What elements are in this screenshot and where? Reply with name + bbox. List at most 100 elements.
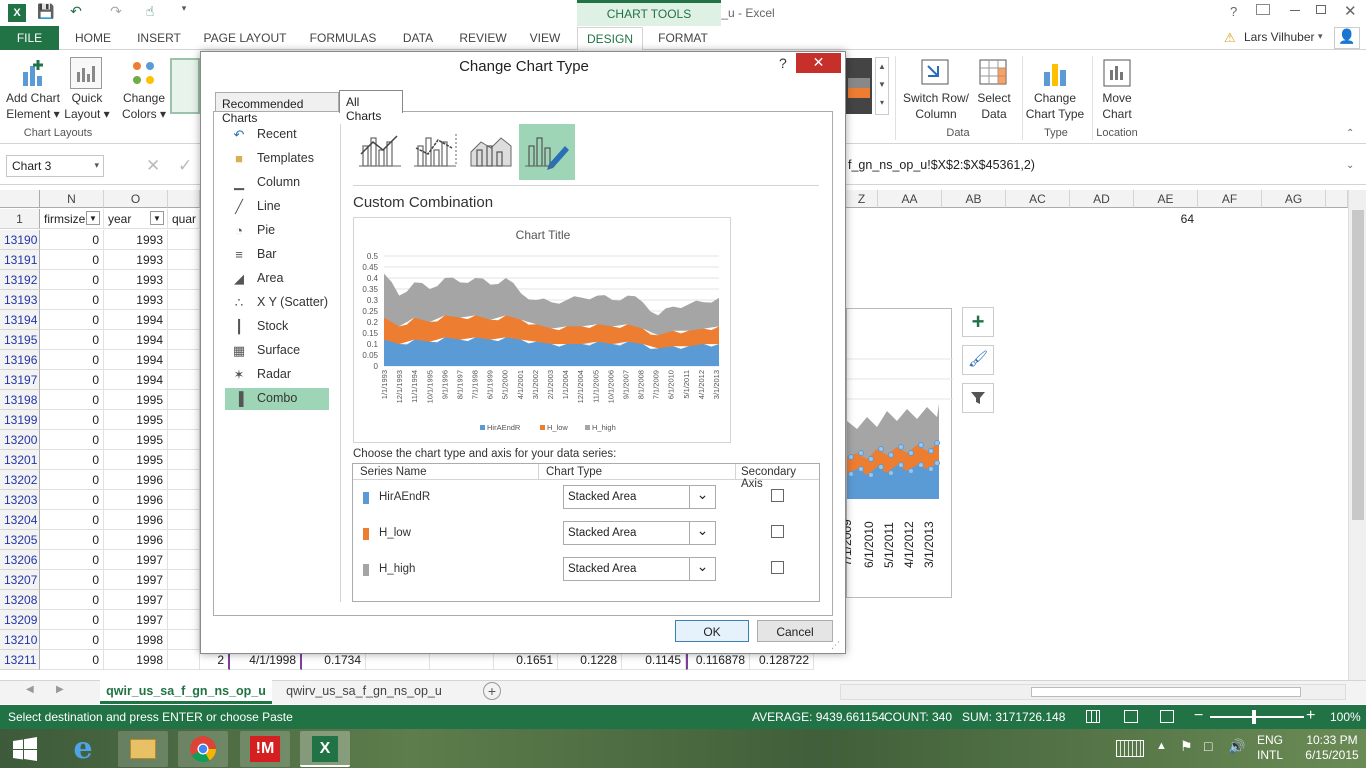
tab-design[interactable]: DESIGN [577,27,643,50]
chart-elements-button[interactable]: + [962,307,994,337]
switch-row-column-button[interactable]: Switch Row/Column [900,90,972,122]
resize-grip[interactable]: ⋰ [831,640,840,651]
confirm-entry-icon[interactable]: ✓ [178,156,192,176]
cell-quarter[interactable] [168,430,200,450]
cell-year[interactable]: 1993 [104,250,168,270]
column-header[interactable]: AG [1262,190,1326,208]
cell-quarter[interactable] [168,570,200,590]
cell-year[interactable]: 1997 [104,570,168,590]
secondary-axis-checkbox[interactable] [771,489,784,502]
row-header[interactable]: 13207 [0,570,40,590]
cell-firmsize[interactable]: 0 [40,450,104,470]
row-header[interactable]: 13201 [0,450,40,470]
cell-firmsize[interactable]: 0 [40,250,104,270]
row-header[interactable]: 13192 [0,270,40,290]
custom-combination-subtype[interactable] [519,124,575,180]
cell-year[interactable]: 1998 [104,630,168,650]
row-header[interactable]: 13204 [0,510,40,530]
sheet-tab-active[interactable]: qwir_us_sa_f_gn_ns_op_u [100,680,272,704]
filter-dropdown-icon[interactable]: ▼ [150,211,164,225]
customize-toolbar-icon[interactable]: ▾ [174,3,194,23]
zoom-slider-thumb[interactable] [1252,710,1256,724]
cell-quarter[interactable] [168,450,200,470]
cell-firmsize[interactable]: 0 [40,270,104,290]
column-header[interactable] [168,190,200,208]
app-icon[interactable]: !M [240,731,290,767]
cell-year[interactable]: 1994 [104,350,168,370]
cell-firmsize[interactable]: 0 [40,490,104,510]
chart-category-area[interactable]: ◢ Area [225,268,329,290]
name-box[interactable]: Chart 3 ▾ [6,155,104,177]
chart-category-surface[interactable]: ▦ Surface [225,340,329,362]
cell-firmsize[interactable]: 0 [40,350,104,370]
dialog-help-icon[interactable]: ? [779,55,787,71]
row-header[interactable]: 1 [0,209,40,229]
undo-icon[interactable]: ↶ [66,3,86,23]
zoom-level[interactable]: 100% [1330,710,1361,724]
cell-firmsize[interactable]: 0 [40,570,104,590]
filter-dropdown-icon[interactable]: ▼ [86,211,100,225]
internet-explorer-icon[interactable]: e [58,731,108,767]
row-header[interactable]: 13196 [0,350,40,370]
select-data-button[interactable]: Select Data [972,90,1016,122]
clustered-column-line-subtype[interactable] [353,124,409,180]
chart-category-stock[interactable]: ┃ Stock [225,316,329,338]
cell-year[interactable]: 1997 [104,550,168,570]
column-header[interactable]: AD [1070,190,1134,208]
chart-category-bar[interactable]: ≡ Bar [225,244,329,266]
restore-icon[interactable] [1316,5,1326,14]
scrollbar-thumb[interactable] [1352,210,1364,520]
row-header[interactable]: 13194 [0,310,40,330]
cell-year[interactable]: 1998 [104,650,168,670]
cell-quarter[interactable] [168,490,200,510]
cell-firmsize[interactable]: 0 [40,230,104,250]
cell-year[interactable]: 1996 [104,490,168,510]
cell-year[interactable]: 1994 [104,310,168,330]
cell-quarter[interactable] [168,330,200,350]
input-language[interactable]: ENG INTL [1256,733,1284,763]
page-break-view-icon[interactable] [1160,710,1174,723]
ribbon-display-icon[interactable] [1256,4,1270,15]
normal-view-icon[interactable] [1086,710,1100,723]
cell-quarter[interactable] [168,530,200,550]
row-header[interactable]: 13203 [0,490,40,510]
clock[interactable]: 10:33 PM 6/15/2015 [1300,733,1364,763]
row-header[interactable]: 13202 [0,470,40,490]
cell-year[interactable]: 1996 [104,510,168,530]
column-header[interactable]: AE [1134,190,1198,208]
tab-page-layout[interactable]: PAGE LAYOUT [198,27,292,50]
collapse-ribbon-icon[interactable]: ⌃ [1346,128,1354,139]
cell-firmsize[interactable]: 0 [40,430,104,450]
column-header[interactable]: Z [846,190,878,208]
secondary-axis-checkbox[interactable] [771,525,784,538]
touch-keyboard-icon[interactable] [1116,740,1144,757]
select-all-corner[interactable] [0,190,40,208]
zoom-in-icon[interactable]: + [1306,707,1315,725]
cell-firmsize[interactable]: 0 [40,630,104,650]
cell-quarter[interactable] [168,650,200,670]
chevron-down-icon[interactable]: ⌄ [689,522,715,544]
sheet-nav-right-icon[interactable]: ▶ [56,684,64,695]
cell-year[interactable]: 1993 [104,270,168,290]
tab-insert[interactable]: INSERT [130,27,188,50]
cell-firmsize[interactable]: 0 [40,530,104,550]
touch-mode-icon[interactable]: ☝ [140,3,160,23]
tab-view[interactable]: VIEW [522,27,568,50]
cell-year[interactable]: 1994 [104,330,168,350]
clustered-column-line-secondary-subtype[interactable] [408,124,464,180]
cell-firmsize[interactable]: 0 [40,310,104,330]
chrome-icon[interactable] [178,731,228,767]
cell-year[interactable]: 1997 [104,590,168,610]
chart-filters-icon[interactable] [962,383,994,413]
column-header[interactable]: AA [878,190,942,208]
formula-input[interactable]: f_gn_ns_op_u!$X$2:$X$45361,2) [846,155,1366,177]
chart-style-gallery-item[interactable] [170,58,200,114]
cell-quarter[interactable] [168,630,200,650]
row-header[interactable]: 13193 [0,290,40,310]
chevron-down-icon[interactable]: ⌄ [689,486,715,508]
cell-firmsize[interactable]: 0 [40,390,104,410]
cell-year[interactable]: 1994 [104,370,168,390]
quick-layout-button[interactable]: Quick Layout ▾ [62,90,112,122]
action-center-flag-icon[interactable]: ⚑ [1180,738,1193,755]
row-header[interactable]: 13209 [0,610,40,630]
